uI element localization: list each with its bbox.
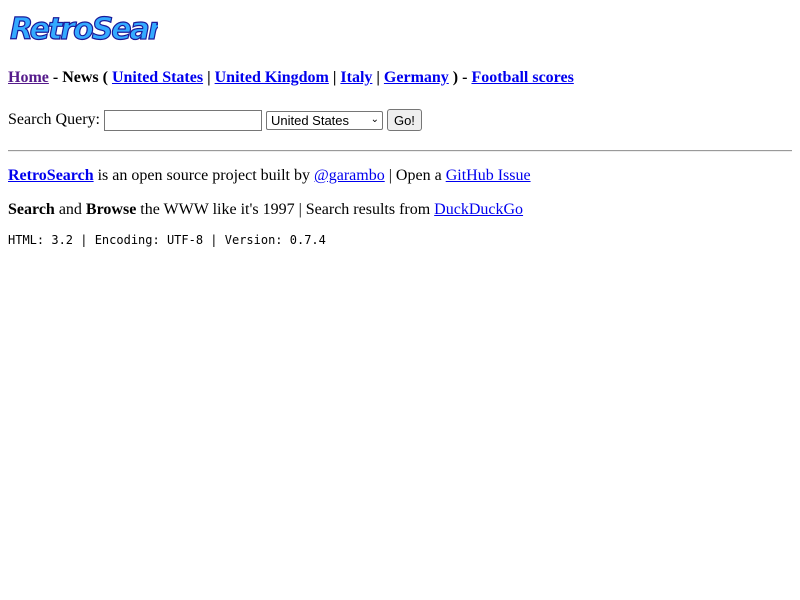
nav-link-germany[interactable]: Germany bbox=[384, 69, 449, 86]
retrosearch-logo: RetroSearch bbox=[9, 11, 158, 47]
nav-close: ) - bbox=[452, 69, 468, 86]
nav-home-link[interactable]: Home bbox=[8, 69, 49, 86]
tagline-search: Search bbox=[8, 201, 55, 218]
github-issue-link[interactable]: GitHub Issue bbox=[446, 167, 531, 184]
author-link[interactable]: @garambo bbox=[314, 167, 385, 184]
country-select[interactable]: United States ⌄ bbox=[265, 110, 383, 130]
tagline: Search and Browse the WWW like it's 1997… bbox=[8, 200, 792, 220]
logo-text: RetroSearch bbox=[10, 12, 158, 47]
nav-link-football-scores[interactable]: Football scores bbox=[471, 69, 573, 86]
tagline-text: the WWW like it's 1997 | Search results … bbox=[140, 201, 431, 218]
meta-info: HTML: 3.2 | Encoding: UTF-8 | Version: 0… bbox=[8, 233, 326, 247]
about-line: RetroSearch is an open source project bu… bbox=[8, 166, 792, 186]
country-select-value: United States bbox=[270, 112, 350, 128]
nav-separator: | bbox=[332, 69, 337, 86]
nav-news-label: - News ( bbox=[52, 69, 108, 86]
nav-link-united-states[interactable]: United States bbox=[112, 69, 203, 86]
nav-separator: | bbox=[207, 69, 211, 86]
duckduckgo-link[interactable]: DuckDuckGo bbox=[434, 201, 523, 218]
tagline-browse: Browse bbox=[85, 201, 137, 218]
search-input[interactable] bbox=[103, 109, 262, 131]
divider bbox=[8, 150, 792, 152]
about-text-1: is an open source project built by bbox=[97, 167, 310, 184]
nav-bar: Home - News ( United States | United Kin… bbox=[8, 68, 792, 88]
about-text-2: | Open a bbox=[388, 167, 442, 184]
logo-link[interactable]: RetroSearch bbox=[8, 8, 158, 48]
search-label: Search Query: bbox=[8, 111, 100, 128]
page: RetroSearch Home - News ( United States … bbox=[8, 8, 792, 248]
nav-link-united-kingdom[interactable]: United Kingdom bbox=[215, 69, 329, 86]
brand-link[interactable]: RetroSearch bbox=[8, 167, 94, 184]
search-form: Search Query: United States ⌄ Go! bbox=[8, 108, 792, 132]
nav-link-italy[interactable]: Italy bbox=[340, 69, 372, 86]
nav-separator: | bbox=[376, 69, 380, 86]
chevron-down-icon: ⌄ bbox=[370, 114, 379, 125]
go-button[interactable]: Go! bbox=[386, 109, 422, 131]
tagline-and: and bbox=[58, 201, 82, 218]
